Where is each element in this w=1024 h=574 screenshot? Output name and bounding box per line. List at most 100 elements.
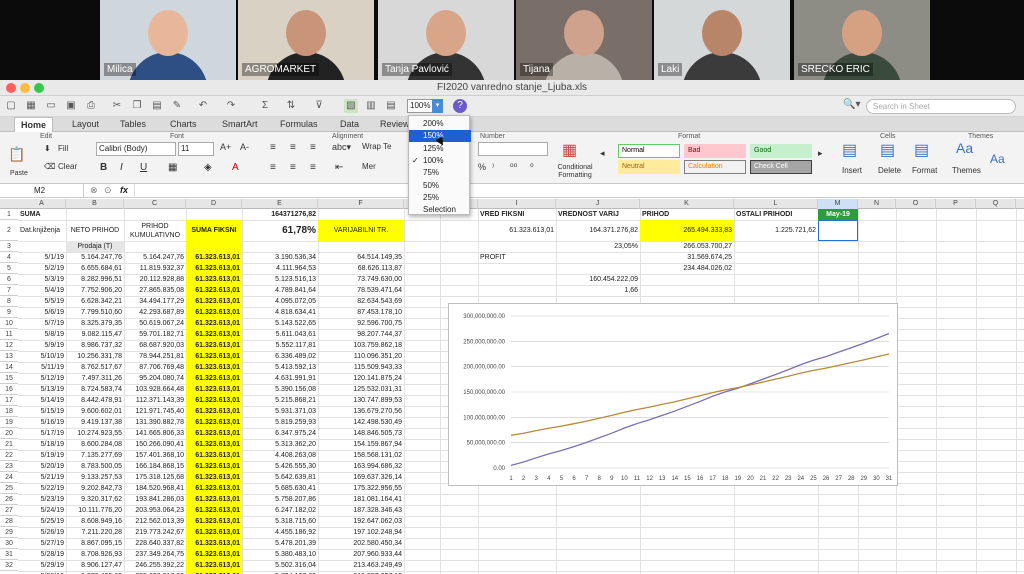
cell[interactable]: 5/13/19 — [18, 384, 66, 395]
cell[interactable]: 61.323.613,01 — [186, 274, 242, 285]
column-header[interactable]: I — [478, 199, 556, 209]
cell[interactable]: 5.502.316,04 — [242, 560, 318, 571]
row-header[interactable]: 27 — [0, 505, 18, 516]
cell[interactable]: 61.323.613,01 — [186, 395, 242, 406]
cancel-formula-icon[interactable]: ⊗ — [90, 185, 98, 196]
help-icon[interactable]: ? — [453, 99, 467, 113]
cell[interactable]: 61.323.613,01 — [186, 472, 242, 483]
cell[interactable]: 10.256.331,78 — [66, 351, 124, 362]
shrink-font-icon[interactable]: A- — [240, 142, 249, 152]
paste-icon[interactable]: ▤ — [150, 99, 164, 113]
conditional-formatting-icon[interactable]: ▦ — [562, 140, 577, 160]
cell[interactable]: 5/18/19 — [18, 439, 66, 450]
column-header[interactable]: P — [936, 199, 976, 209]
cell[interactable]: VREDNOST VARIJ — [556, 209, 640, 220]
cell[interactable]: Dat.knjiženja — [18, 220, 66, 241]
cell[interactable]: 5/21/19 — [18, 472, 66, 483]
cell[interactable]: 157.401.368,10 — [124, 450, 186, 461]
cell[interactable]: 5.552.117,81 — [242, 340, 318, 351]
cell[interactable]: 265.494.333,83 — [640, 220, 734, 241]
column-header[interactable]: F — [318, 199, 404, 209]
tab-smartart[interactable]: SmartArt — [222, 119, 258, 129]
cell[interactable]: 10.111.776,20 — [66, 505, 124, 516]
cell[interactable]: 61.323.613,01 — [186, 417, 242, 428]
comma-icon[interactable]: ⁾ — [492, 162, 494, 173]
cell[interactable]: 5.758.207,86 — [242, 494, 318, 505]
cell[interactable]: 61.323.613,01 — [186, 516, 242, 527]
participant-tile[interactable]: Laki — [654, 0, 790, 80]
cell[interactable]: 8.867.095,15 — [66, 538, 124, 549]
cell[interactable]: 202.580.450,34 — [318, 538, 404, 549]
format-cells-icon[interactable]: ▤ — [914, 140, 929, 160]
cell[interactable]: 50.619.067,24 — [124, 318, 186, 329]
cell[interactable]: 246.255.392,22 — [124, 560, 186, 571]
cell[interactable]: 61.323.613,01 — [186, 362, 242, 373]
formula-input[interactable] — [134, 184, 1024, 198]
indent-icon[interactable]: ⇤ — [335, 162, 343, 173]
cell[interactable]: 8.442.478,91 — [66, 395, 124, 406]
tab-formulas[interactable]: Formulas — [280, 119, 318, 129]
row-header[interactable]: 28 — [0, 516, 18, 527]
row-header[interactable]: 29 — [0, 527, 18, 538]
cell[interactable]: 181.081.164,41 — [318, 494, 404, 505]
underline-button[interactable]: U — [140, 162, 147, 173]
cell[interactable]: 154.159.867,94 — [318, 439, 404, 450]
cell[interactable]: 61.323.613,01 — [186, 450, 242, 461]
cell[interactable]: 5.426.555,30 — [242, 461, 318, 472]
row-header[interactable]: 5 — [0, 263, 18, 274]
column-header[interactable]: J — [556, 199, 640, 209]
borders-icon[interactable]: ▦ — [168, 162, 177, 173]
cell[interactable]: 8.986.737,32 — [66, 340, 124, 351]
cell[interactable]: SUMA FIKSNI — [186, 220, 242, 241]
font-size-select[interactable]: 11 — [178, 142, 214, 156]
row-header[interactable]: 12 — [0, 340, 18, 351]
cell[interactable]: 61.323.613,01 — [186, 285, 242, 296]
tab-home[interactable]: Home — [14, 117, 54, 132]
cell[interactable]: 5/15/19 — [18, 406, 66, 417]
cell[interactable]: 73.749.630,00 — [318, 274, 404, 285]
undo-icon[interactable]: ↶ — [196, 99, 210, 113]
print-icon[interactable]: ⎙ — [84, 99, 98, 113]
cell[interactable]: 4.455.186,92 — [242, 527, 318, 538]
cell[interactable]: 5.164.247,76 — [66, 252, 124, 263]
cell[interactable]: 61.323.613,01 — [186, 263, 242, 274]
cell[interactable]: 193.841.286,03 — [124, 494, 186, 505]
cell[interactable]: PRIHOD KUMULATIVNO — [124, 220, 186, 241]
cell[interactable]: 197.102.248,94 — [318, 527, 404, 538]
row-header[interactable]: 6 — [0, 274, 18, 285]
cell[interactable]: 10.274.923,55 — [66, 428, 124, 439]
cell[interactable]: 9.202.842,73 — [66, 483, 124, 494]
cell[interactable]: 5/27/19 — [18, 538, 66, 549]
cell[interactable]: 5/19/19 — [18, 450, 66, 461]
cell[interactable]: 5/2/19 — [18, 263, 66, 274]
increase-decimal-icon[interactable]: ⁰⁰ — [510, 162, 517, 173]
column-header[interactable]: M — [818, 199, 858, 209]
cell[interactable]: 5.413.592,13 — [242, 362, 318, 373]
cell[interactable]: 61.323.613,01 — [186, 461, 242, 472]
cell[interactable]: 266.053.700,27 — [640, 241, 734, 252]
themes-button[interactable]: Themes — [952, 166, 981, 175]
redo-icon[interactable]: ↷ — [224, 99, 238, 113]
cell[interactable]: 5/11/19 — [18, 362, 66, 373]
wrap-text-button[interactable]: Wrap Te — [362, 142, 392, 151]
cell[interactable]: 61.323.613,01 — [186, 549, 242, 560]
sheet-search-input[interactable]: Search in Sheet — [866, 99, 1016, 114]
row-header[interactable]: 16 — [0, 384, 18, 395]
cell[interactable]: 158.568.131,02 — [318, 450, 404, 461]
align-center-icon[interactable]: ≡ — [290, 142, 296, 153]
row-header[interactable]: 32 — [0, 560, 18, 571]
participant-tile[interactable]: AGROMARKET — [238, 0, 374, 80]
cell[interactable]: 8.906.127,47 — [66, 560, 124, 571]
toolbox-icon[interactable]: ▥ — [364, 99, 378, 113]
cell[interactable]: 141.665.806,33 — [124, 428, 186, 439]
cell[interactable]: 5.123.516,13 — [242, 274, 318, 285]
cell[interactable]: 121.971.745,40 — [124, 406, 186, 417]
zoom-option[interactable]: ✓ 100% — [409, 155, 471, 167]
orientation-icon[interactable]: abc▾ — [332, 142, 351, 153]
participant-tile[interactable]: Tanja Pavlović — [378, 0, 514, 80]
cell[interactable]: 61.323.613,01 — [186, 373, 242, 384]
cell[interactable]: 5.164.247,76 — [124, 252, 186, 263]
row-header[interactable]: 11 — [0, 329, 18, 340]
cell[interactable]: 6.347.975,24 — [242, 428, 318, 439]
save-icon[interactable]: ▣ — [64, 99, 78, 113]
